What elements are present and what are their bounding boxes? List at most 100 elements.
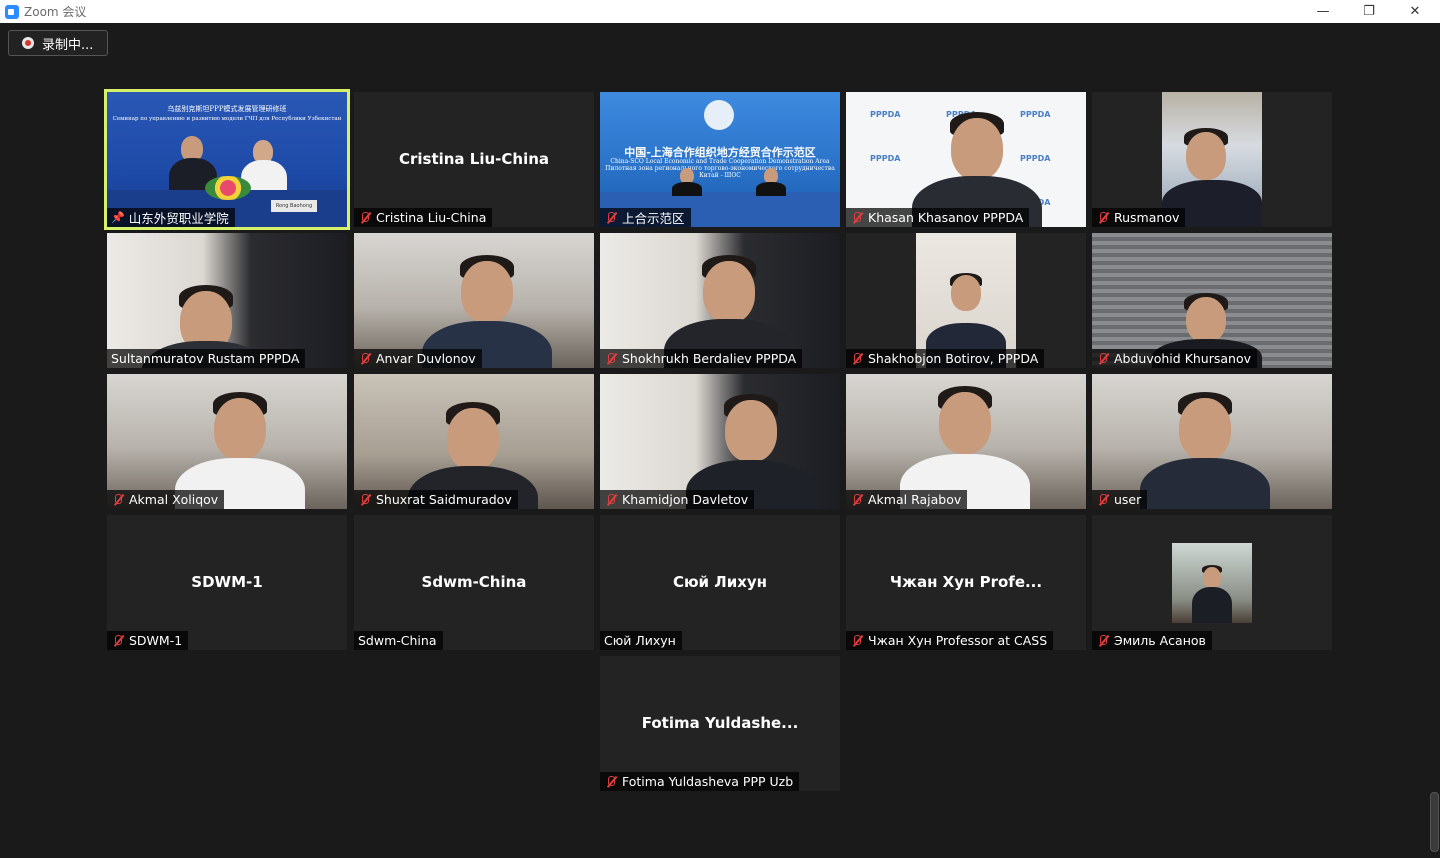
person-body xyxy=(1140,458,1270,509)
participant-nametag: Rusmanov xyxy=(1092,208,1186,227)
participant-display-name: Сюй Лихун xyxy=(672,573,768,591)
participant-video xyxy=(354,374,594,509)
maximize-button[interactable]: ❐ xyxy=(1346,0,1392,23)
participant-display-name: SDWM-1 xyxy=(191,573,263,591)
person-head xyxy=(1186,132,1226,180)
muted-mic-icon xyxy=(850,211,864,225)
participant-display-name: Cristina Liu-China xyxy=(398,150,550,168)
muted-mic-icon xyxy=(111,634,125,648)
person-body xyxy=(1192,587,1232,623)
participant-video xyxy=(846,374,1086,509)
person-head xyxy=(1203,567,1221,589)
muted-mic-icon xyxy=(604,493,618,507)
video-tile[interactable]: Akmal Rajabov xyxy=(846,374,1086,509)
close-button[interactable]: ✕ xyxy=(1392,0,1438,23)
participant-nametag: Sultanmuratov Rustam PPPDA xyxy=(107,349,306,368)
participant-nametag: Anvar Duvlonov xyxy=(354,349,482,368)
participant-nametag: Akmal Rajabov xyxy=(846,490,968,509)
muted-mic-icon xyxy=(850,352,864,366)
muted-mic-icon xyxy=(604,775,618,789)
pppda-logo: PPPDA xyxy=(870,110,901,119)
window-title: Zoom 会议 xyxy=(24,5,87,19)
video-tile[interactable]: Sultanmuratov Rustam PPPDA xyxy=(107,233,347,368)
person-head xyxy=(1179,398,1231,460)
participant-video xyxy=(1162,92,1262,227)
participant-name: Khasan Khasanov PPPDA xyxy=(868,210,1024,225)
participant-video xyxy=(1092,233,1332,368)
participant-name: Fotima Yuldasheva PPP Uzb xyxy=(622,774,794,789)
video-tile[interactable]: Shakhobjon Botirov, PPPDA xyxy=(846,233,1086,368)
record-icon xyxy=(22,37,34,49)
emblem-icon xyxy=(704,100,734,130)
participant-video: PPPDA PPPDA PPPDA PPPDA PPPDA PPPDA xyxy=(846,92,1086,227)
minimize-button[interactable]: — xyxy=(1300,0,1346,23)
video-tile[interactable]: Чжан Хун Profe... Чжан Хун Professor at … xyxy=(846,515,1086,650)
participant-name: Akmal Xoliqov xyxy=(129,492,219,507)
video-tile[interactable]: Shokhrukh Berdaliev PPPDA xyxy=(600,233,840,368)
participant-name: Abduvohid Khursanov xyxy=(1114,351,1252,366)
participant-name: Rusmanov xyxy=(1114,210,1180,225)
video-tile[interactable]: Rusmanov xyxy=(1092,92,1332,227)
participant-name: 山东外贸职业学院 xyxy=(128,211,229,226)
participant-nametag: Akmal Xoliqov xyxy=(107,490,225,509)
video-tile[interactable]: Сюй Лихун Сюй Лихун xyxy=(600,515,840,650)
video-tile[interactable]: SDWM-1 SDWM-1 xyxy=(107,515,347,650)
participant-video xyxy=(600,233,840,368)
participant-video: 中国-上海合作组织地方经贸合作示范区 China-SCO Local Econo… xyxy=(600,92,840,227)
participant-video xyxy=(1092,374,1332,509)
video-tile[interactable]: Akmal Xoliqov xyxy=(107,374,347,509)
participant-nametag: Cristina Liu-China xyxy=(354,208,493,227)
participant-display-name: Fotima Yuldashe... xyxy=(641,714,799,732)
video-tile[interactable]: Khamidjon Davletov xyxy=(600,374,840,509)
participant-name: Shuxrat Saidmuradov xyxy=(376,492,512,507)
participant-nametag: 上合示范区 xyxy=(600,208,691,227)
video-tile[interactable]: user xyxy=(1092,374,1332,509)
zoom-app-icon xyxy=(5,4,19,19)
person-head xyxy=(703,261,755,323)
video-tile[interactable]: PPPDA PPPDA PPPDA PPPDA PPPDA PPPDA Khas… xyxy=(846,92,1086,227)
participant-nametag: Abduvohid Khursanov xyxy=(1092,349,1258,368)
video-tile[interactable]: Cristina Liu-China Cristina Liu-China xyxy=(354,92,594,227)
participant-name: 上合示范区 xyxy=(622,211,685,226)
participant-display-name: Sdwm-China xyxy=(421,573,527,591)
video-tile[interactable]: 中国-上海合作组织地方经贸合作示范区 China-SCO Local Econo… xyxy=(600,92,840,227)
person-head xyxy=(725,400,777,462)
participant-video xyxy=(107,233,347,368)
scrollbar[interactable] xyxy=(1430,792,1439,852)
participant-nametag: user xyxy=(1092,490,1148,509)
participant-name: Чжан Хун Professor at CASS xyxy=(868,633,1048,648)
muted-mic-icon xyxy=(1096,352,1110,366)
nameplate: Rong Baohong xyxy=(271,200,317,212)
video-tile[interactable]: Эмиль Асанов xyxy=(1092,515,1332,650)
recording-indicator[interactable]: 录制中... xyxy=(8,30,108,56)
participant-name: Сюй Лихун xyxy=(604,633,676,648)
participant-nametag: Sdwm-China xyxy=(354,631,443,650)
video-tile[interactable]: Abduvohid Khursanov xyxy=(1092,233,1332,368)
muted-mic-icon xyxy=(111,493,125,507)
video-tile[interactable]: Anvar Duvlonov xyxy=(354,233,594,368)
participant-nametag: Сюй Лихун xyxy=(600,631,682,650)
participant-nametag: Shuxrat Saidmuradov xyxy=(354,490,518,509)
muted-mic-icon xyxy=(1096,493,1110,507)
participant-display-name: Чжан Хун Profe... xyxy=(889,573,1043,591)
person-head xyxy=(447,408,499,470)
video-tile[interactable]: Shuxrat Saidmuradov xyxy=(354,374,594,509)
muted-mic-icon xyxy=(604,211,618,225)
muted-mic-icon xyxy=(358,493,372,507)
video-tile[interactable]: Sdwm-China Sdwm-China xyxy=(354,515,594,650)
participant-name: Эмиль Асанов xyxy=(1114,633,1206,648)
participant-name: Akmal Rajabov xyxy=(868,492,962,507)
muted-mic-icon xyxy=(850,634,864,648)
pppda-logo: PPPDA xyxy=(1020,154,1051,163)
pppda-logo: PPPDA xyxy=(1020,110,1051,119)
participant-nametag: Khasan Khasanov PPPDA xyxy=(846,208,1030,227)
participant-nametag: SDWM-1 xyxy=(107,631,189,650)
slide-title-ru: Семинар по управлению и развитию модели … xyxy=(112,116,342,122)
title-bar: Zoom 会议 — ❐ ✕ xyxy=(0,0,1440,23)
flowers xyxy=(205,176,251,200)
pppda-logo: PPPDA xyxy=(870,154,901,163)
video-tile[interactable]: Fotima Yuldashe... Fotima Yuldasheva PPP… xyxy=(600,656,840,791)
profile-picture xyxy=(1172,543,1252,623)
participant-nametag: Shokhrukh Berdaliev PPPDA xyxy=(600,349,803,368)
video-tile[interactable]: 乌兹别克斯坦PPP模式发展管理研修班 Семинар по управлению… xyxy=(104,89,350,230)
